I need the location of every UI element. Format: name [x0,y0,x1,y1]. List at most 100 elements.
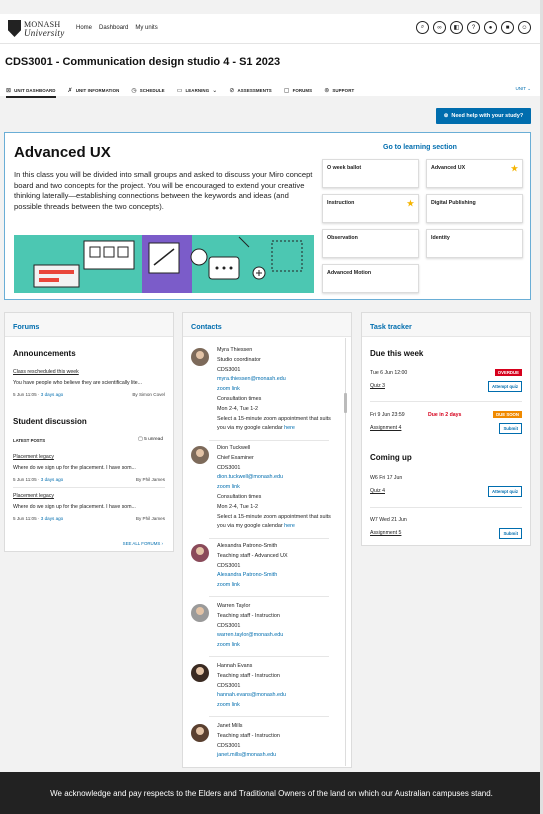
divider [13,487,165,488]
need-help-button[interactable]: ⊚ Need help with your study? [436,108,531,124]
tab-unit-dashboard[interactable]: ⊠ UNIT DASHBOARD [6,82,56,98]
tab-unit-information[interactable]: ✗ UNIT INFORMATION [68,82,120,98]
post-link[interactable]: Placement legacy [13,454,54,460]
announcement-excerpt: You have people who believe they are sci… [13,380,142,386]
avatar [191,348,209,366]
email-link[interactable]: dion.tuckwell@monash.edu [217,473,337,483]
attempt-quiz-button[interactable]: Attempt quiz [487,381,522,392]
logo-line2: University [24,27,65,38]
post-meta: 5 Jun 11:05 · 3 days ago By Phil James [13,516,165,521]
star-icon[interactable]: ★ [407,199,414,208]
panel-icon[interactable]: ◧ [450,21,463,34]
see-all-forums-link[interactable]: SEE ALL FORUMS › [123,541,163,546]
learning-card[interactable]: Digital Publishing [426,194,523,223]
calendar-link[interactable]: here [284,523,295,529]
task-date: Tue 6 Jun 12:00 [370,370,408,376]
learning-illustration [14,235,314,293]
announcements-heading: Announcements [13,349,76,358]
email-link[interactable]: janet.mills@monash.edu [217,751,337,761]
announcement-meta: 5 Jun 11:05 · 3 days ago By Simon Covel [13,392,165,397]
link-icon[interactable]: ∞ [433,21,446,34]
tab-assessments[interactable]: ⊘ ASSESSMENTS [229,82,271,98]
learning-card[interactable]: Identity [426,229,523,258]
task-date: W6 Fri 17 Jun [370,475,403,481]
divider [209,656,329,657]
latest-posts-label: LATEST POSTS [13,438,46,443]
user-icon[interactable]: ☺ [518,21,531,34]
learning-cards: O week ballot Advanced UX ★ Instruction ★ … [322,159,524,293]
email-link[interactable]: hannah.evans@monash.edu [217,691,337,701]
task-link[interactable]: Assignment 5 [370,530,401,536]
task-link[interactable]: Quiz 4 [370,488,385,494]
search-icon[interactable]: ⌕ [416,21,429,34]
chevron-down-icon: ⌄ [212,87,218,94]
learning-heading: Advanced UX [14,144,111,161]
task-link[interactable]: Quiz 3 [370,383,385,389]
header-icons: ⌕ ∞ ◧ ? ● ■ ☺ [416,21,531,34]
tab-learning[interactable]: ▭ LEARNING ⌄ [177,82,218,98]
zoom-link[interactable]: zoom link [217,483,337,493]
divider [209,440,329,441]
status-badge: DUE SOON [493,411,522,418]
task-date: W7 Wed 21 Jun [370,517,407,523]
info-icon: ✗ [67,87,73,94]
attempt-quiz-button[interactable]: Attempt quiz [487,486,522,497]
learning-card[interactable]: O week ballot [322,159,419,188]
message-icon[interactable]: ■ [501,21,514,34]
tab-schedule[interactable]: ◷ SCHEDULE [131,82,164,98]
due-in-label: Due in 2 days [428,412,462,418]
zoom-link[interactable]: zoom link [217,701,337,711]
unread-count: ▢ 5 unread [138,437,163,442]
divider [370,507,522,508]
learning-section: Advanced UX In this class you will be di… [4,132,531,300]
zoom-link[interactable]: zoom link [217,385,337,395]
unit-toggle[interactable]: UNIT ⌄ [516,86,531,92]
post-link[interactable]: Placement legacy [13,493,54,499]
divider [209,538,329,539]
divider [209,716,329,717]
learning-card[interactable]: Observation [322,229,419,258]
calendar-link[interactable]: here [284,425,295,431]
forums-panel: Forums Announcements Class rescheduled t… [4,312,174,552]
email-link[interactable]: warren.taylor@monash.edu [217,631,337,641]
task-link[interactable]: Assignment 4 [370,425,401,431]
avatar [191,604,209,622]
learning-card[interactable]: Advanced Motion [322,264,419,293]
zoom-link[interactable]: zoom link [217,581,337,591]
submit-button[interactable]: Submit [499,528,522,539]
avatar [191,724,209,742]
announcement-link[interactable]: Class rescheduled this week [13,369,79,375]
support-icon: ⊚ [443,113,449,119]
tab-support[interactable]: ⊚ SUPPORT [324,82,354,98]
tab-forums[interactable]: ▢ FORUMS [284,82,312,98]
avatar [191,664,209,682]
star-icon[interactable]: ★ [511,164,518,173]
nav-my-units[interactable]: My units [135,25,157,31]
status-badge: OVERDUE [494,369,522,376]
chevron-right-icon: › [161,541,163,546]
zoom-link[interactable]: zoom link [217,641,337,651]
nav-home[interactable]: Home [76,25,92,31]
learning-card[interactable]: Instruction ★ [322,194,419,223]
monash-logo[interactable]: MONASH University [8,20,65,37]
email-link[interactable]: Alexandra Patrono-Smith [217,571,337,581]
unit-tabs: ⊠ UNIT DASHBOARD ✗ UNIT INFORMATION ◷ SCHED… [0,82,543,98]
top-strip [0,0,543,14]
go-to-learning-link[interactable]: Go to learning section [383,144,457,151]
illustration-graphic [14,235,314,293]
bell-icon[interactable]: ● [484,21,497,34]
email-link[interactable]: myra.thiessen@monash.edu [217,375,337,385]
post-excerpt: Where do we sign up for the placement. I… [13,465,136,471]
task-tracker-panel: Task tracker Due this week Tue 6 Jun 12:… [361,312,531,546]
page-title: CDS3001 - Communication design studio 4 … [5,56,281,68]
learning-card[interactable]: Advanced UX ★ [426,159,523,188]
unit-header: CDS3001 - Communication design studio 4 … [0,44,543,98]
contacts-list: Myra Thiessen Studio coordinator CDS3001… [183,338,343,767]
submit-button[interactable]: Submit [499,423,522,434]
contacts-scrollbar[interactable] [343,338,349,766]
help-icon[interactable]: ? [467,21,480,34]
nav-dashboard[interactable]: Dashboard [99,25,128,31]
post-excerpt: Where do we sign up for the placement. I… [13,504,136,510]
task-date: Fri 9 Jun 23:59 [370,412,405,418]
scrollbar-thumb[interactable] [344,393,347,413]
